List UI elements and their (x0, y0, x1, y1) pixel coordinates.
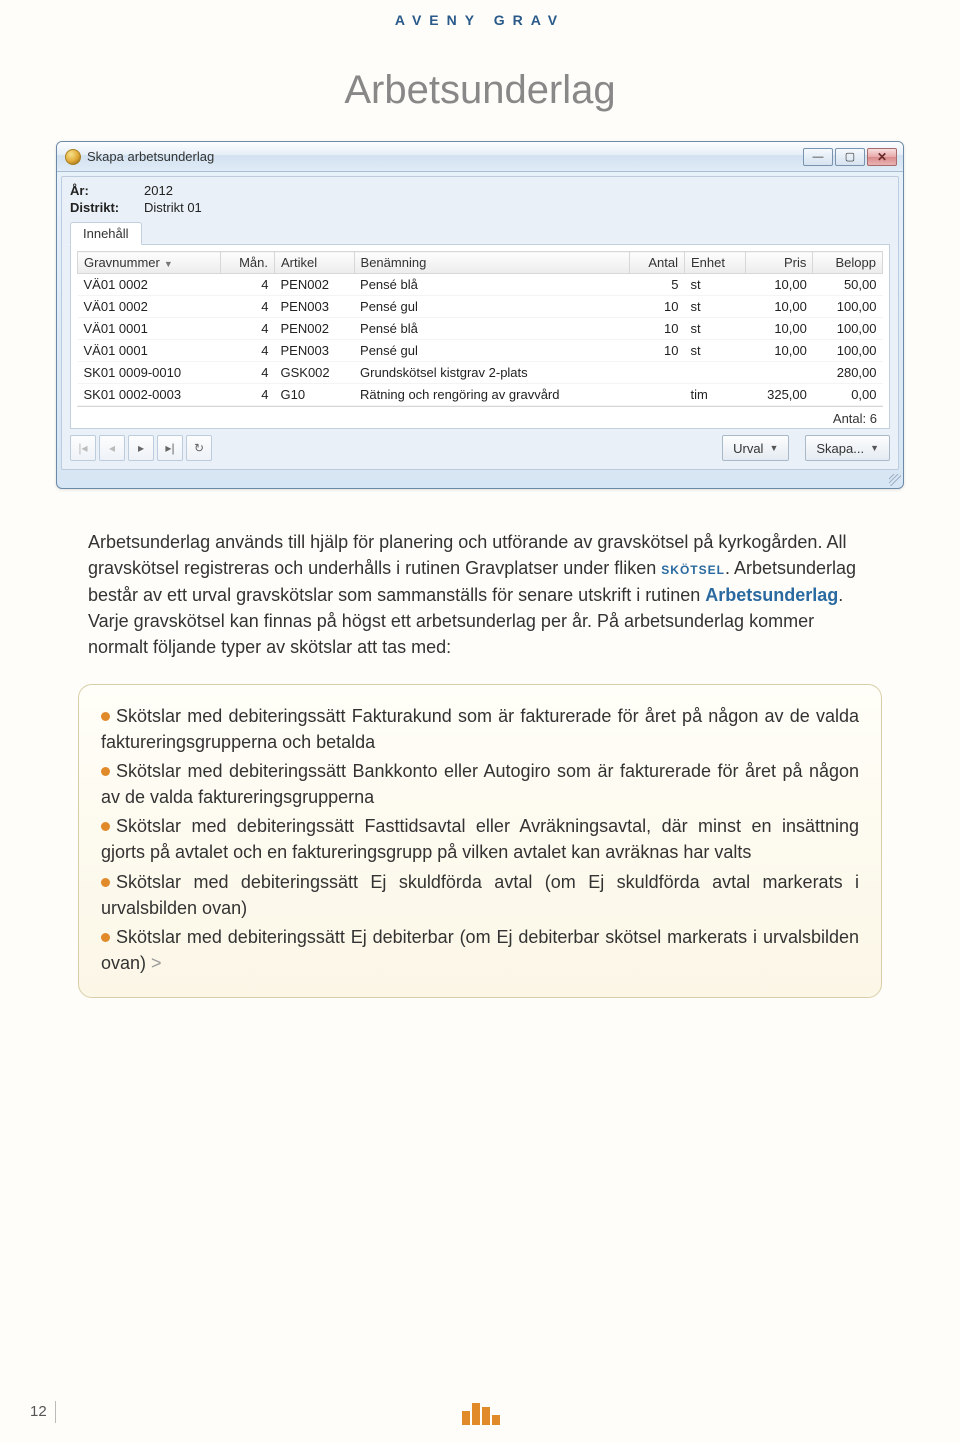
grid-row-count: Antal: 6 (77, 406, 883, 426)
tab-innehall[interactable]: Innehåll (70, 222, 142, 245)
grid-table: Gravnummer▼ Mån. Artikel Benämning Antal… (77, 251, 883, 406)
bullet-icon (101, 767, 110, 776)
keyword-arbetsunderlag: Arbetsunderlag (705, 585, 838, 605)
table-row[interactable]: VÄ01 00014PEN002Pensé blå10st10,00100,00 (78, 318, 883, 340)
titlebar: Skapa arbetsunderlag — ▢ ✕ (57, 142, 903, 172)
bullet-icon (101, 878, 110, 887)
maximize-button[interactable]: ▢ (835, 148, 865, 166)
col-gravnummer[interactable]: Gravnummer▼ (78, 252, 221, 274)
body-text: Arbetsunderlag används till hjälp för pl… (88, 529, 872, 660)
page-number: 12 (30, 1401, 70, 1423)
district-value: Distrikt 01 (144, 200, 202, 215)
col-man[interactable]: Mån. (220, 252, 274, 274)
list-item: Skötslar med debiteringssätt Ej skuldför… (101, 869, 859, 921)
list-item: Skötslar med debiteringssätt Bankkonto e… (101, 758, 859, 810)
nav-last-button[interactable]: ▸| (157, 435, 183, 461)
refresh-button[interactable]: ↻ (186, 435, 212, 461)
col-antal[interactable]: Antal (629, 252, 684, 274)
resize-grip-icon[interactable] (57, 474, 903, 488)
app-icon (65, 149, 81, 165)
urval-button[interactable]: Urval▼ (722, 435, 789, 461)
col-benamning[interactable]: Benämning (354, 252, 629, 274)
close-button[interactable]: ✕ (867, 148, 897, 166)
bullet-icon (101, 933, 110, 942)
page-header: AVENY GRAV (0, 0, 960, 28)
table-row[interactable]: VÄ01 00014PEN003Pensé gul10st10,00100,00 (78, 340, 883, 362)
callout-box: Skötslar med debiteringssätt Fakturakund… (78, 684, 882, 998)
minimize-button[interactable]: — (803, 148, 833, 166)
table-row[interactable]: SK01 0009-00104GSK002Grundskötsel kistgr… (78, 362, 883, 384)
nav-next-button[interactable]: ▸ (128, 435, 154, 461)
footer-logo-icon (462, 1399, 498, 1425)
page-footer: 12 (0, 1399, 960, 1425)
list-item: Skötslar med debiteringssätt Ej debiterb… (101, 924, 859, 976)
year-label: År: (70, 183, 144, 198)
col-enhet[interactable]: Enhet (684, 252, 745, 274)
sort-desc-icon: ▼ (164, 259, 173, 269)
year-value: 2012 (144, 183, 173, 198)
table-row[interactable]: VÄ01 00024PEN003Pensé gul10st10,00100,00 (78, 296, 883, 318)
district-label: Distrikt: (70, 200, 144, 215)
table-row[interactable]: VÄ01 00024PEN002Pensé blå5st10,0050,00 (78, 274, 883, 296)
nav-prev-button[interactable]: ◂ (99, 435, 125, 461)
continue-icon: > (151, 953, 162, 973)
chevron-down-icon: ▼ (870, 443, 879, 453)
col-belopp[interactable]: Belopp (813, 252, 883, 274)
bullet-icon (101, 712, 110, 721)
col-artikel[interactable]: Artikel (275, 252, 355, 274)
window-skapa-arbetsunderlag: Skapa arbetsunderlag — ▢ ✕ År: 2012 Dist… (56, 141, 904, 489)
list-item: Skötslar med debiteringssätt Fakturakund… (101, 703, 859, 755)
list-item: Skötslar med debiteringssätt Fasttidsavt… (101, 813, 859, 865)
col-pris[interactable]: Pris (746, 252, 813, 274)
skapa-button[interactable]: Skapa...▼ (805, 435, 890, 461)
nav-first-button[interactable]: |◂ (70, 435, 96, 461)
chevron-down-icon: ▼ (769, 443, 778, 453)
keyword-skotsel: skötsel (661, 559, 725, 578)
table-row[interactable]: SK01 0002-00034G10Rätning och rengöring … (78, 384, 883, 406)
window-title: Skapa arbetsunderlag (87, 149, 214, 164)
bullet-icon (101, 822, 110, 831)
page-title: Arbetsunderlag (0, 68, 960, 113)
